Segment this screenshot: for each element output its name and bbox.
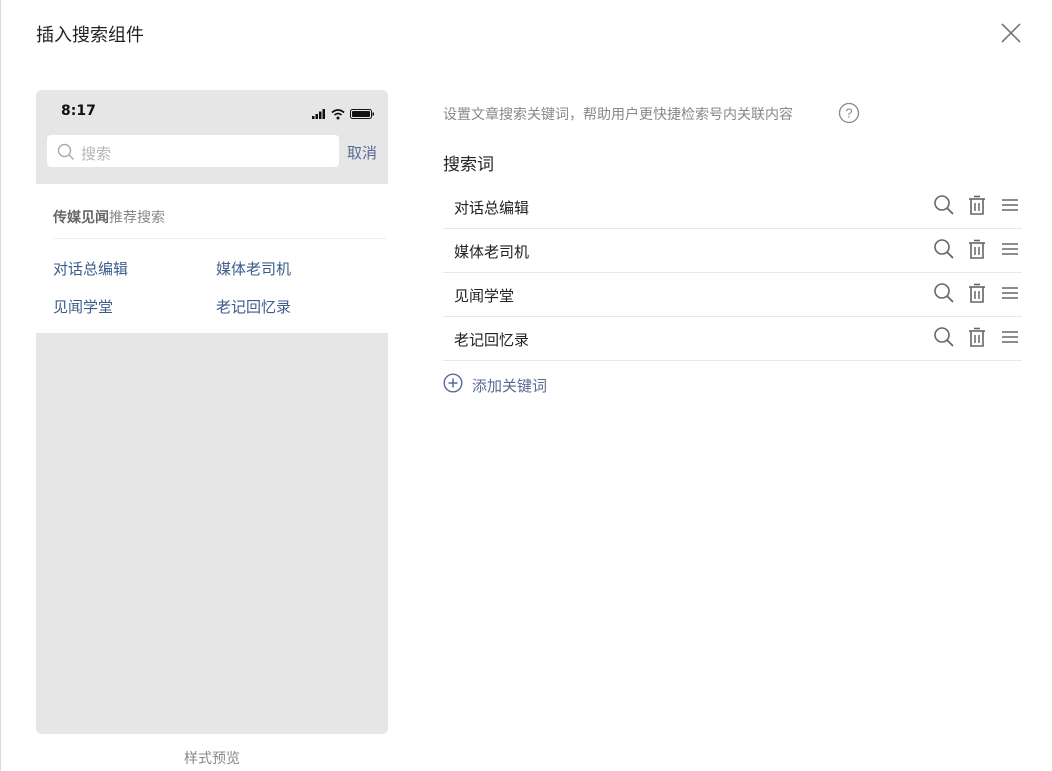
trash-icon[interactable] [966, 326, 988, 348]
trash-icon[interactable] [966, 194, 988, 216]
divider [53, 238, 386, 239]
search-icon[interactable] [933, 194, 955, 216]
search-icon[interactable] [933, 282, 955, 304]
keyword-row: 老记回忆录 [443, 316, 1022, 361]
keyword-row: 见闻学堂 [443, 272, 1022, 317]
close-icon[interactable] [998, 20, 1024, 46]
account-name: 传媒见闻 [53, 210, 109, 226]
preview-caption: 样式预览 [184, 751, 240, 767]
plus-circle-icon [443, 373, 463, 393]
recommended-search-title: 传媒见闻推荐搜索 [53, 207, 165, 227]
trash-icon[interactable] [966, 282, 988, 304]
preview-search-row: 搜索 取消 [36, 134, 388, 168]
dialog-left-border [0, 0, 1, 771]
drag-handle-icon[interactable] [999, 238, 1021, 260]
recommended-word[interactable]: 见闻学堂 [53, 296, 113, 317]
battery-icon [350, 109, 374, 119]
recommended-word[interactable]: 媒体老司机 [216, 258, 291, 279]
keyword-row: 对话总编辑 [443, 184, 1022, 229]
keyword-row: 媒体老司机 [443, 228, 1022, 273]
svg-text:?: ? [845, 106, 852, 121]
recommended-search-panel: 传媒见闻推荐搜索 对话总编辑 媒体老司机 见闻学堂 老记回忆录 [36, 184, 388, 333]
wifi-icon [331, 109, 345, 120]
search-placeholder: 搜索 [81, 145, 112, 163]
search-icon[interactable] [933, 326, 955, 348]
section-label: 搜索词 [443, 155, 494, 175]
recommended-search-label: 推荐搜索 [109, 210, 165, 226]
add-keyword-label: 添加关键词 [472, 377, 548, 395]
recommended-word[interactable]: 对话总编辑 [53, 258, 128, 279]
keyword-text: 见闻学堂 [454, 287, 515, 305]
recommended-word[interactable]: 老记回忆录 [216, 296, 291, 317]
dialog-title: 插入搜索组件 [36, 25, 144, 46]
phone-preview: 8:17 搜索 取消 传媒见闻推荐搜索 对话总编辑 媒体老司机 见闻学堂 老记回… [36, 90, 388, 734]
help-icon[interactable]: ? [838, 102, 860, 124]
preview-search-input[interactable]: 搜索 [47, 135, 339, 167]
trash-icon[interactable] [966, 238, 988, 260]
cancel-button[interactable]: 取消 [347, 142, 377, 163]
keyword-text: 媒体老司机 [454, 243, 530, 261]
status-icons [312, 105, 376, 120]
drag-handle-icon[interactable] [999, 282, 1021, 304]
search-icon[interactable] [933, 238, 955, 260]
search-icon [57, 143, 75, 161]
keyword-text: 老记回忆录 [454, 331, 530, 349]
signal-icon [312, 109, 325, 119]
keyword-hint: 设置文章搜索关键词，帮助用户更快捷检索号内关联内容 [443, 107, 793, 123]
status-bar: 8:17 [36, 90, 388, 130]
keyword-text: 对话总编辑 [454, 199, 530, 217]
drag-handle-icon[interactable] [999, 326, 1021, 348]
drag-handle-icon[interactable] [999, 194, 1021, 216]
status-time: 8:17 [61, 103, 96, 119]
